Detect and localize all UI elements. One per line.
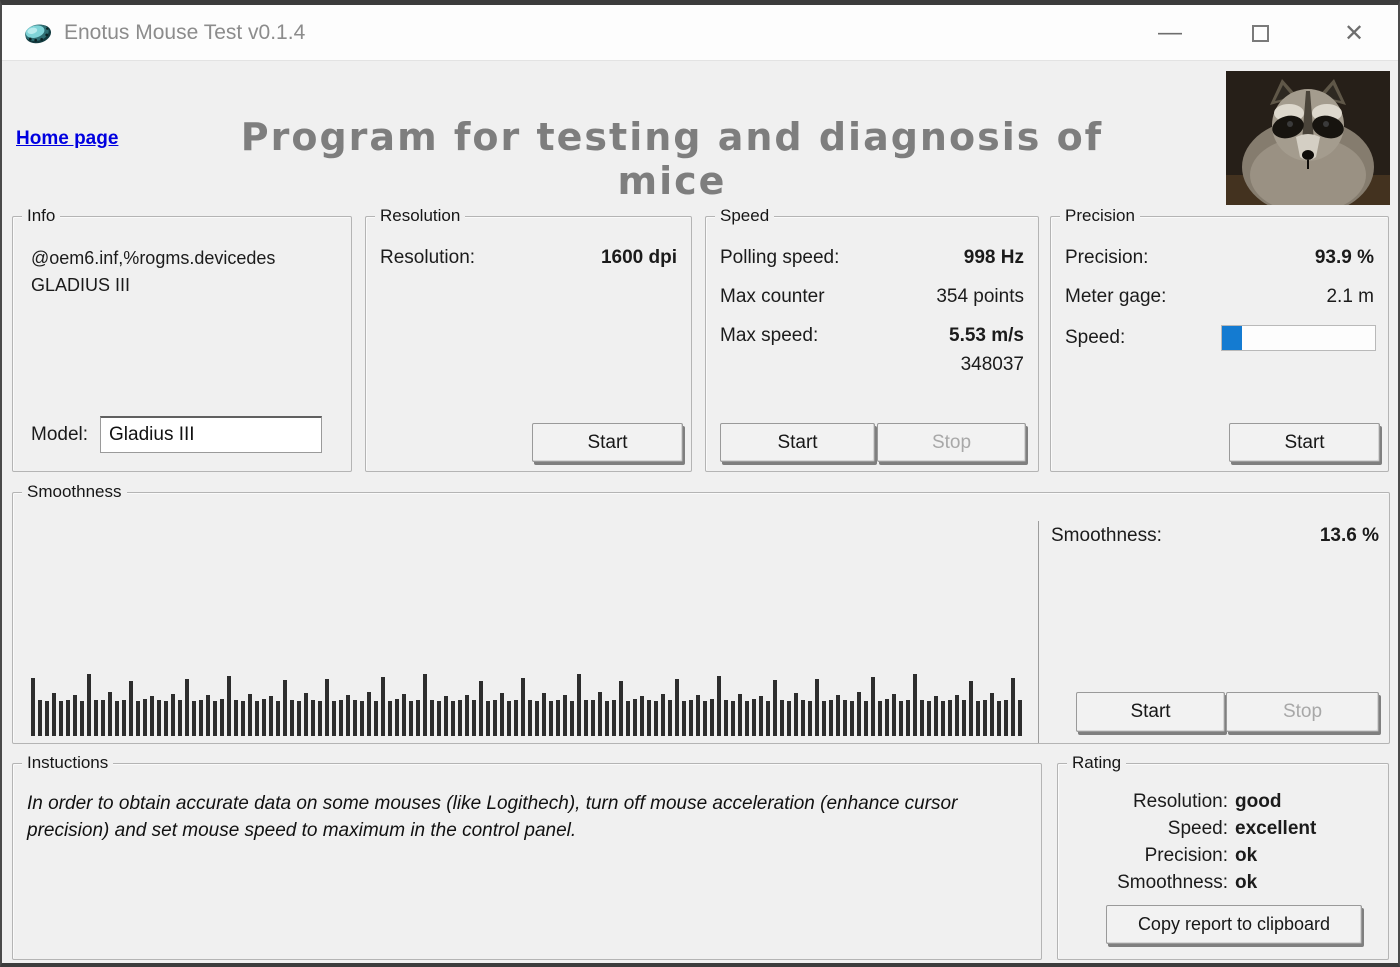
speed-stop-button[interactable]: Stop [877,423,1026,462]
rating-smoothness-label: Smoothness: [1117,872,1228,893]
max-speed-label: Max speed: [720,325,819,346]
minimize-button[interactable]: — [1146,13,1194,53]
maximize-icon [1251,24,1269,42]
device-info-line1: @oem6.inf,%rogms.devicedes [31,248,276,268]
smoothness-stop-button[interactable]: Stop [1226,692,1379,732]
max-counter-value: 354 points [936,286,1024,307]
precision-legend: Precision [1060,206,1140,226]
resolution-start-button[interactable]: Start [532,423,683,462]
smoothness-divider [1038,521,1039,743]
precision-label: Precision: [1065,247,1149,268]
rating-row-smoothness: Smoothness: ok [1068,869,1368,896]
rating-legend: Rating [1067,753,1127,773]
resolution-group: Resolution Resolution: 1600 dpi Start [365,206,692,472]
rating-speed-label: Speed: [1167,818,1228,839]
resolution-label: Resolution: [380,247,476,268]
raccoon-photo [1226,71,1390,205]
info-group: Info @oem6.inf,%rogms.devicedes GLADIUS … [12,206,352,472]
page-title: Program for testing and diagnosis of mic… [240,115,1104,203]
rating-smoothness-value: ok [1235,872,1258,893]
speed-start-button[interactable]: Start [720,423,875,462]
app-window: Enotus Mouse Test v0.1.4 — ✕ Home page P… [0,0,1400,967]
smoothness-legend: Smoothness [22,482,127,502]
model-label: Model: [31,423,89,445]
max-counter-label: Max counter [720,286,825,307]
speed-legend: Speed [715,206,775,226]
maximize-button[interactable] [1236,13,1284,53]
rating-speed-value: excellent [1235,818,1317,839]
rating-row-speed: Speed: excellent [1068,815,1368,842]
rating-row-precision: Precision: ok [1068,842,1368,869]
precision-progress-fill [1222,326,1242,350]
resolution-legend: Resolution [375,206,466,226]
precision-speed-progressbar [1221,325,1376,351]
smoothness-start-button[interactable]: Start [1076,692,1225,732]
device-info-line2: GLADIUS III [31,275,131,295]
model-input[interactable] [100,416,323,453]
smoothness-value: 13.6 % [1319,525,1379,546]
rating-row-resolution: Resolution: good [1068,788,1368,815]
precision-start-button[interactable]: Start [1229,423,1380,462]
rating-group: Rating Resolution: good Speed: excellent… [1057,753,1389,960]
max-speed-value: 5.53 m/s [949,325,1024,346]
precision-speed-label: Speed: [1065,327,1126,348]
polling-speed-value: 998 Hz [963,247,1024,268]
device-info-text: @oem6.inf,%rogms.devicedes GLADIUS III [31,245,337,299]
precision-value: 93.9 % [1314,247,1374,268]
window-title: Enotus Mouse Test v0.1.4 [64,21,306,44]
precision-group: Precision Precision: 93.9 % Meter gage: … [1050,206,1389,472]
meter-gage-label: Meter gage: [1065,286,1167,307]
speed-group: Speed Polling speed: 998 Hz Max counter … [705,206,1039,472]
rating-resolution-value: good [1235,791,1282,812]
app-mouse-icon [25,24,52,44]
instructions-legend: Instuctions [22,753,114,773]
smoothness-group: Smoothness Smoothness: 13.6 % Start Stop [12,482,1390,744]
copy-report-button[interactable]: Copy report to clipboard [1106,905,1362,944]
rating-precision-value: ok [1235,845,1258,866]
resolution-value: 1600 dpi [600,247,677,268]
instructions-group: Instuctions In order to obtain accurate … [12,753,1042,960]
instructions-text: In order to obtain accurate data on some… [27,793,958,841]
meter-gage-value: 2.1 m [1326,286,1374,307]
close-button[interactable]: ✕ [1330,13,1378,53]
rating-resolution-label: Resolution: [1132,791,1228,812]
smoothness-label: Smoothness: [1051,525,1162,546]
info-legend: Info [22,206,61,226]
title-bar: Enotus Mouse Test v0.1.4 — ✕ [2,5,1398,61]
home-page-link[interactable]: Home page [16,128,118,150]
rating-precision-label: Precision: [1144,845,1228,866]
polling-speed-label: Polling speed: [720,247,840,268]
smoothness-bars [31,665,1031,736]
counter-raw-value: 348037 [960,354,1024,375]
